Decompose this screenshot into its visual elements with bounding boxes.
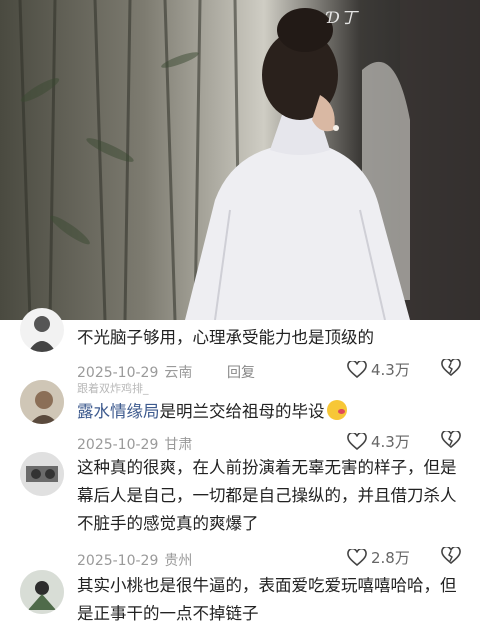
like-count: 2.8万 bbox=[371, 549, 410, 567]
avatar[interactable] bbox=[20, 570, 64, 614]
comment-text: 不光脑子够用，心理承受能力也是顶级的 bbox=[77, 328, 374, 347]
reply-button[interactable]: 回复 bbox=[227, 362, 255, 382]
comment-location: 甘肃 bbox=[164, 437, 193, 453]
avatar[interactable] bbox=[20, 380, 64, 424]
comment-text: 这种真的很爽，在人前扮演着无辜无害的样子，但是幕后人是自己，一切都是自己操纵的，… bbox=[77, 458, 457, 533]
video-watermark: Ɗ丁 bbox=[327, 8, 358, 27]
heart-icon bbox=[347, 548, 367, 566]
video-frame bbox=[0, 0, 480, 320]
heart-icon bbox=[347, 432, 367, 450]
like-button[interactable]: 2.8万 bbox=[347, 547, 410, 568]
comment-body: 是明兰交给祖母的毕设 bbox=[159, 402, 325, 421]
like-button[interactable]: 4.3万 bbox=[347, 359, 410, 380]
broken-heart-icon bbox=[441, 545, 461, 565]
avatar[interactable] bbox=[20, 452, 64, 496]
mention-user[interactable]: 露水情缘局 bbox=[77, 402, 160, 421]
comment-text: 其实小桃也是很牛逼的，表面爱吃爱玩嘻嘻哈哈，但是正事干的一点不掉链子 bbox=[77, 576, 457, 623]
like-count: 4.3万 bbox=[371, 433, 410, 451]
like-count: 4.3万 bbox=[371, 361, 410, 379]
comment-subtext: 跟着双炸鸡排_ bbox=[77, 382, 149, 395]
dislike-button[interactable] bbox=[441, 357, 461, 381]
comment-date-location: 2025-10-29 甘肃 bbox=[77, 434, 192, 454]
kiss-emoji-icon bbox=[326, 400, 347, 420]
video-player[interactable]: Ɗ丁 bbox=[0, 0, 480, 320]
comment-date: 2025-10-29 bbox=[77, 365, 159, 381]
dislike-button[interactable] bbox=[441, 545, 461, 569]
dislike-button[interactable] bbox=[441, 429, 461, 453]
comment-date-location: 2025-10-29 云南 bbox=[77, 362, 192, 382]
comment-date: 2025-10-29 bbox=[77, 437, 159, 453]
broken-heart-icon bbox=[441, 429, 461, 449]
comment-text: 露水情缘局是明兰交给祖母的毕设 bbox=[77, 398, 460, 426]
heart-icon bbox=[347, 360, 367, 378]
comment-location: 云南 bbox=[164, 365, 193, 381]
comment-date-location: 2025-10-29 贵州 bbox=[77, 550, 192, 570]
comment-date: 2025-10-29 bbox=[77, 553, 159, 569]
broken-heart-icon bbox=[441, 357, 461, 377]
like-button[interactable]: 4.3万 bbox=[347, 431, 410, 452]
comment-meta: 2025-10-29 贵州 2.8万 bbox=[77, 545, 461, 574]
comment-location: 贵州 bbox=[164, 553, 193, 569]
avatar[interactable] bbox=[20, 308, 64, 352]
